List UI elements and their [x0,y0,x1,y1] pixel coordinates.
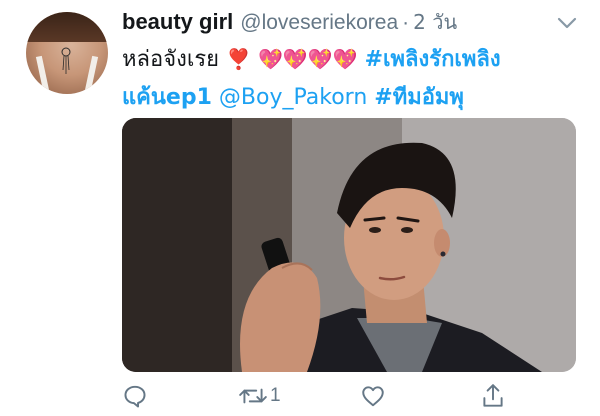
avatar-strap-right [83,55,99,94]
tweet[interactable]: beauty girl @loveseriekorea · 2 วัน หล่อ… [0,0,600,416]
avatar-hair [26,12,108,42]
reply-button[interactable] [122,380,148,412]
avatar[interactable] [26,12,108,94]
share-icon [483,384,503,407]
separator-dot: · [402,11,410,34]
heart-icon [362,386,384,407]
display-name[interactable]: beauty girl [122,9,233,35]
avatar-strap-left [35,55,51,94]
hashtag-link[interactable]: #เพลิงรักเพลิง [365,47,501,72]
tweet-text: หล่อจังเรย ❣️ 💖💖💖💖 #เพลิงรักเพลิง แค้นep… [122,40,582,117]
exclamation-heart-emoji: ❣️ [226,47,251,71]
dreamcatcher-tattoo-icon [61,47,71,74]
chevron-down-icon[interactable] [556,14,578,32]
timestamp[interactable]: 2 วัน [413,6,457,38]
tweet-actions: 1 [122,380,576,412]
tweet-text-line-2: แค้นep1 @Boy_Pakorn #ทีมอัมพุ [122,79,582,117]
hashtag-link-2[interactable]: #ทีมอัมพุ [374,85,464,110]
sparkling-hearts-emoji: 💖💖💖💖 [257,47,358,71]
retweet-icon [239,388,267,404]
like-button[interactable] [360,380,386,412]
mention-link[interactable]: @Boy_Pakorn [219,85,367,110]
tweet-header: beauty girl @loveseriekorea · 2 วัน [122,6,457,34]
media-photo [122,118,576,372]
tweet-text-line-1: หล่อจังเรย ❣️ 💖💖💖💖 #เพลิงรักเพลิง [122,40,582,79]
hashtag-link-continued[interactable]: แค้นep1 [122,85,212,110]
retweet-count: 1 [270,385,281,406]
tweet-media-image[interactable] [122,118,576,372]
reply-icon [124,385,146,408]
share-button[interactable] [480,380,506,412]
retweet-button[interactable]: 1 [238,380,281,412]
user-handle[interactable]: @loveseriekorea [240,11,398,35]
text-prefix: หล่อจังเรย [122,47,220,72]
